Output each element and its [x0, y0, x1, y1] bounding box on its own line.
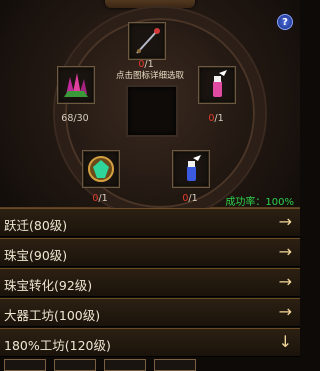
arrow-right-icon: →	[278, 242, 292, 261]
menu-item-jewelry[interactable]: 珠宝(90级) →	[0, 238, 300, 267]
material-slot-top[interactable]	[128, 22, 166, 60]
title-banner	[105, 0, 195, 8]
submenu-slot[interactable]	[54, 359, 96, 371]
arrow-right-icon: →	[278, 272, 292, 291]
arrow-right-icon: →	[278, 212, 292, 231]
submenu-slot[interactable]	[154, 359, 196, 371]
staff-weapon-icon	[136, 28, 160, 54]
arrow-right-icon: →	[278, 302, 292, 321]
menu-item-workshop[interactable]: 大器工坊(100级) →	[0, 298, 300, 327]
menu-item-label: 珠宝转化(92级)	[4, 278, 93, 293]
material-slot-bottom-right[interactable]	[172, 150, 210, 188]
top-slot-count: 0/1	[138, 59, 154, 70]
menu-item-leap[interactable]: 跃迁(80级) →	[0, 208, 300, 237]
menu-item-label: 180%工坊(120级)	[4, 338, 111, 353]
blue-potion-icon	[187, 155, 201, 181]
help-button[interactable]: ?	[277, 14, 293, 30]
pink-potion-icon	[213, 70, 227, 97]
left-slot-count: 68/30	[61, 113, 89, 124]
selection-hint: 点击图标详细选取	[115, 71, 184, 81]
bottom-right-slot-count: 0/1	[182, 193, 198, 204]
synthesis-panel: ? 点击图标详细选取 0/1 68/30 0/1 0/1 0/1 成功率：100…	[0, 0, 300, 218]
success-rate: 成功率：100%	[225, 197, 294, 208]
submenu-slot[interactable]	[104, 359, 146, 371]
arrow-down-icon: ↓	[278, 332, 292, 351]
material-slot-left[interactable]	[57, 66, 95, 104]
right-slot-count: 0/1	[208, 113, 224, 124]
menu-item-label: 跃迁(80级)	[4, 218, 68, 233]
menu-item-label: 珠宝(90级)	[4, 248, 68, 263]
material-slot-bottom-left[interactable]	[82, 150, 120, 188]
result-slot[interactable]	[126, 85, 178, 137]
submenu-slot[interactable]	[4, 359, 46, 371]
green-gem-icon	[88, 156, 114, 182]
material-slot-right[interactable]	[198, 66, 236, 104]
menu-item-jewelry-convert[interactable]: 珠宝转化(92级) →	[0, 268, 300, 297]
magenta-crystal-icon	[64, 73, 88, 97]
menu-item-180-workshop[interactable]: 180%工坊(120级) ↓	[0, 328, 300, 357]
menu-item-label: 大器工坊(100级)	[4, 308, 101, 323]
bottom-left-slot-count: 0/1	[92, 193, 108, 204]
